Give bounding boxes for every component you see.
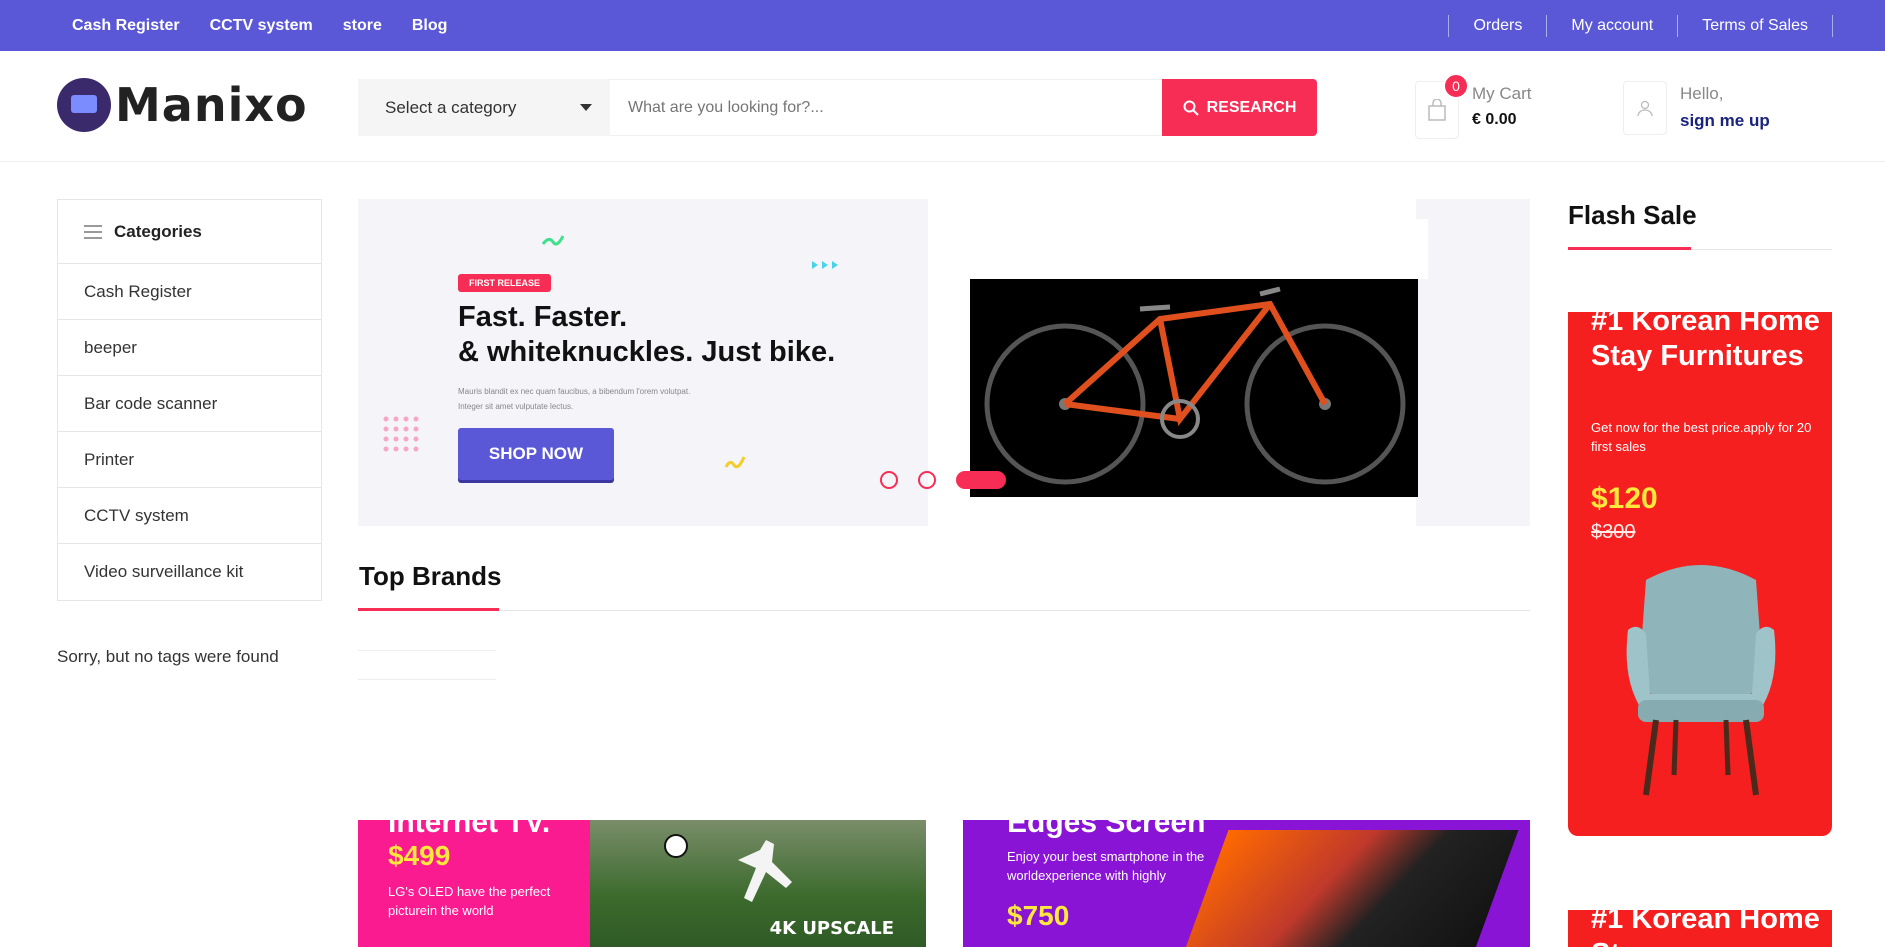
cart-count-badge: 0 <box>1443 73 1469 99</box>
bicycle-image <box>970 279 1418 497</box>
slide-dot-active[interactable] <box>956 471 1006 489</box>
new-release-badge: FIRST RELEASE <box>458 274 552 292</box>
search-icon <box>1183 100 1199 116</box>
title-underline <box>358 608 499 611</box>
top-brands-title: Top Brands <box>359 561 502 591</box>
category-select-value: Select a category <box>385 97 517 117</box>
promo-tv-title: Internet TV. <box>388 820 551 839</box>
promo-phone-price: $750 <box>1007 900 1070 931</box>
hero-title-line: Fast. Faster. <box>458 301 628 333</box>
promo-phone-description: Enjoy your best smartphone in the worlde… <box>1007 849 1205 883</box>
slide-dot[interactable] <box>918 471 936 489</box>
caret-down-icon <box>580 104 592 111</box>
search-bar: Select a category RESEARCH <box>358 79 1317 136</box>
flash-sale-card[interactable]: #1 Korean Home Stay <box>1568 910 1832 947</box>
no-tags-message: Sorry, but no tags were found <box>57 647 279 666</box>
flash-card-old-price: $300 <box>1591 521 1636 543</box>
armchair-image <box>1626 565 1776 796</box>
menu-icon <box>84 224 102 239</box>
hero-slider: FIRST RELEASE Fast. Faster. & whiteknuck… <box>358 199 1530 526</box>
cart-label: My Cart <box>1472 84 1532 103</box>
flash-card-price: $120 <box>1591 482 1658 515</box>
topnav-store[interactable]: store <box>343 17 382 35</box>
sidebar-item-bar-code-scanner[interactable]: Bar code scanner <box>58 376 321 432</box>
promo-banner-phone[interactable]: Edges Screen Enjoy your best smartphone … <box>963 820 1530 947</box>
sidebar-item-cash-register[interactable]: Cash Register <box>58 264 321 320</box>
football-player-image: 4K UPSCALE <box>590 820 926 947</box>
account-links: Orders My account Terms of Sales <box>1448 0 1833 51</box>
title-underline <box>1568 247 1691 250</box>
topnav-blog[interactable]: Blog <box>412 17 448 35</box>
slider-pagination <box>880 471 1006 489</box>
promo-phone-title: Edges Screen <box>1007 820 1206 839</box>
my-account-link[interactable]: My account <box>1546 14 1677 37</box>
site-logo[interactable]: Manixo <box>57 78 308 132</box>
register-logo-icon <box>57 78 111 132</box>
promo-banner-tv[interactable]: 4K UPSCALE Internet TV. $499 LG's OLED h… <box>358 820 926 947</box>
dot-grid-icon <box>383 416 419 452</box>
hero-title-line: & whiteknuckles. Just bike. <box>458 336 836 368</box>
topnav-cash-register[interactable]: Cash Register <box>72 17 180 35</box>
top-bar: Cash Register CCTV system store Blog Ord… <box>0 0 1885 51</box>
promo-tv-price: $499 <box>388 840 451 871</box>
top-nav: Cash Register CCTV system store Blog <box>72 0 447 51</box>
sidebar-item-beeper[interactable]: beeper <box>58 320 321 376</box>
mini-cart[interactable]: 0 My Cart € 0.00 <box>1415 73 1595 139</box>
flash-card-description: Get now for the best price.apply for 20 … <box>1591 420 1812 454</box>
divider <box>358 610 1530 611</box>
shop-now-button[interactable]: SHOP NOW <box>458 428 614 480</box>
hero-title: Fast. Faster. & whiteknuckles. Just bike… <box>458 300 835 370</box>
promo-tv-description: LG's OLED have the perfect picturein the… <box>388 884 551 918</box>
squiggle-icon <box>541 235 565 246</box>
smartphone-image <box>1177 830 1519 947</box>
category-select[interactable]: Select a category <box>358 79 610 136</box>
research-button-label: RESEARCH <box>1206 98 1297 116</box>
flash-sale-card[interactable]: #1 Korean Home Stay Furnitures Get now f… <box>1568 312 1832 836</box>
categories-header: Categories <box>58 200 321 264</box>
arrows-icon <box>812 261 838 269</box>
squiggle-icon <box>724 456 746 469</box>
divider <box>1832 14 1833 37</box>
brand-placeholder <box>358 650 496 651</box>
research-button[interactable]: RESEARCH <box>1162 79 1317 136</box>
upscale-label: 4K UPSCALE <box>769 918 894 939</box>
greeting: Hello, <box>1680 84 1724 103</box>
flash-sale-title: Flash Sale <box>1568 200 1697 230</box>
terms-of-sales-link[interactable]: Terms of Sales <box>1677 14 1832 37</box>
orders-link[interactable]: Orders <box>1448 14 1546 37</box>
sidebar-item-video-surveillance-kit[interactable]: Video surveillance kit <box>58 544 321 600</box>
sidebar-item-cctv-system[interactable]: CCTV system <box>58 488 321 544</box>
hero-description: Mauris blandit ex nec quam faucibus, a b… <box>458 387 691 411</box>
slide-dot[interactable] <box>880 471 898 489</box>
site-header: Manixo Select a category RESEARCH 0 My C… <box>0 51 1885 162</box>
sidebar-item-printer[interactable]: Printer <box>58 432 321 488</box>
account-login[interactable]: Hello, sign me up <box>1623 79 1823 137</box>
topnav-cctv-system[interactable]: CCTV system <box>210 17 313 35</box>
flash-card-title: #1 Korean Home Stay <box>1591 910 1820 947</box>
sign-up-link[interactable]: sign me up <box>1680 111 1770 131</box>
cart-total: € 0.00 <box>1472 111 1517 128</box>
search-input[interactable] <box>610 79 1162 136</box>
brand-name: Manixo <box>115 78 308 132</box>
categories-title: Categories <box>114 221 202 241</box>
brand-placeholder <box>358 679 496 680</box>
categories-sidebar: Categories Cash Register beeper Bar code… <box>57 199 322 601</box>
flash-card-title: #1 Korean Home Stay Furnitures <box>1591 312 1820 372</box>
user-icon <box>1623 81 1667 135</box>
